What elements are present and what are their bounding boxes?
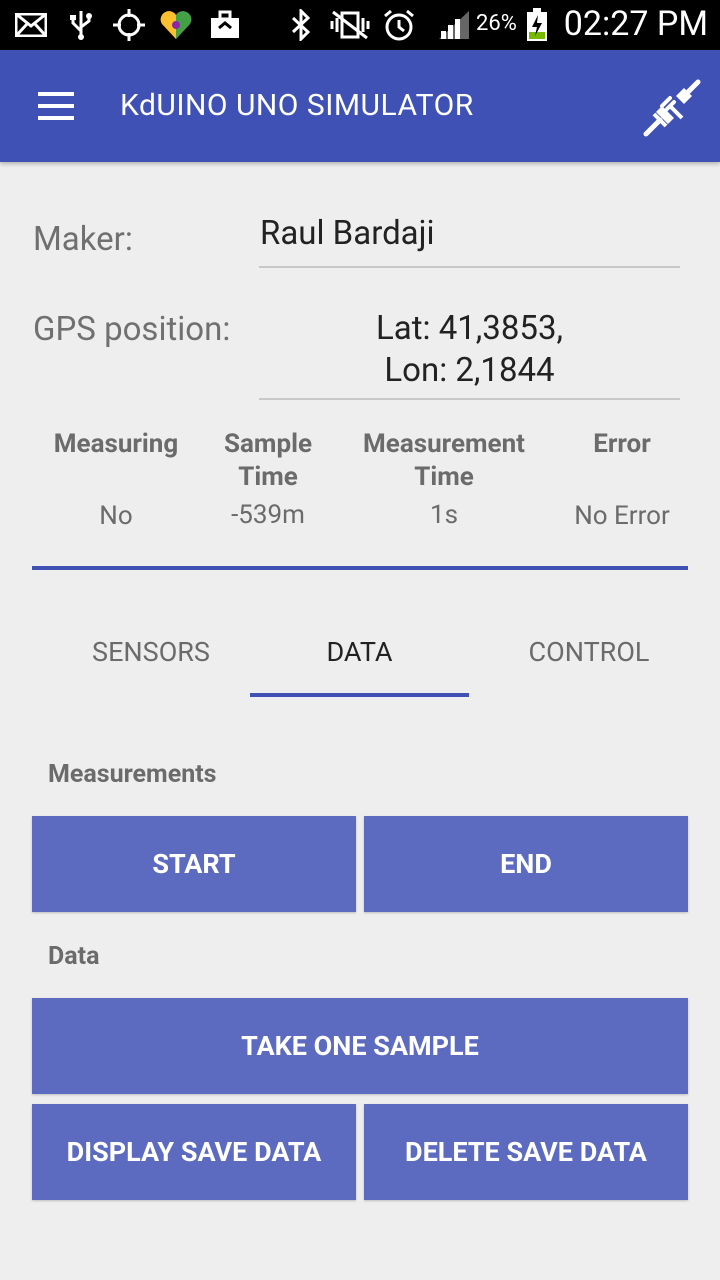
status-measurement-time: Measurement Time 1s xyxy=(346,428,542,530)
clock-time: 02:27 PM xyxy=(563,4,708,44)
delete-save-data-button[interactable]: DELETE SAVE DATA xyxy=(364,1104,688,1200)
signal-icon xyxy=(436,8,472,42)
status-error: Error No Error xyxy=(552,428,692,531)
tab-indicator xyxy=(250,693,469,697)
briefcase-icon xyxy=(208,8,242,42)
error-value: No Error xyxy=(574,501,670,531)
measuring-header: Measuring xyxy=(53,429,179,459)
data-title: Data xyxy=(48,942,100,971)
maker-value: Raul Bardaji xyxy=(260,214,435,253)
gps-icon xyxy=(112,8,146,42)
display-save-data-button[interactable]: DISPLAY SAVE DATA xyxy=(32,1104,356,1200)
app-title: KdUINO UNO SIMULATOR xyxy=(120,88,474,123)
status-bar: 26% 02:27 PM xyxy=(0,0,720,50)
gps-longitude: Lon: 2,1844 xyxy=(384,351,555,390)
mail-icon xyxy=(14,8,48,42)
measuring-value: No xyxy=(99,501,133,531)
hamburger-menu-icon[interactable] xyxy=(26,86,86,126)
status-measuring: Measuring No xyxy=(40,428,192,531)
gps-label: GPS position: xyxy=(33,310,231,349)
gps-latitude: Lat: 41,3853, xyxy=(376,309,563,348)
maker-field[interactable]: Raul Bardaji xyxy=(259,214,680,268)
plug-disconnected-icon[interactable] xyxy=(640,76,704,140)
app-bar: KdUINO UNO SIMULATOR xyxy=(0,50,720,162)
tab-control[interactable]: CONTROL xyxy=(479,610,699,698)
usb-icon xyxy=(66,8,96,42)
tab-data[interactable]: DATA xyxy=(250,610,469,698)
bluetooth-icon xyxy=(288,8,314,42)
measurements-title: Measurements xyxy=(48,760,217,789)
sample-time-header: Sample Time xyxy=(224,429,312,492)
section-divider xyxy=(32,566,688,570)
end-button[interactable]: END xyxy=(364,816,688,912)
sample-time-value: -539m xyxy=(231,500,305,530)
error-header: Error xyxy=(593,429,651,459)
measurement-time-value: 1s xyxy=(429,500,459,530)
gps-field: Lat: 41,3853, Lon: 2,1844 xyxy=(259,308,680,400)
alarm-icon xyxy=(382,8,416,42)
measurement-time-header: Measurement Time xyxy=(363,429,525,492)
vibrate-off-icon xyxy=(328,8,372,42)
maker-label: Maker: xyxy=(33,220,133,259)
take-one-sample-button[interactable]: TAKE ONE SAMPLE xyxy=(32,998,688,1094)
battery-charging-icon xyxy=(524,8,550,42)
heart-app-icon xyxy=(158,8,194,42)
battery-percent: 26% xyxy=(476,11,517,36)
status-sample-time: Sample Time -539m xyxy=(202,428,334,530)
start-button[interactable]: START xyxy=(32,816,356,912)
tab-sensors[interactable]: SENSORS xyxy=(40,610,262,698)
